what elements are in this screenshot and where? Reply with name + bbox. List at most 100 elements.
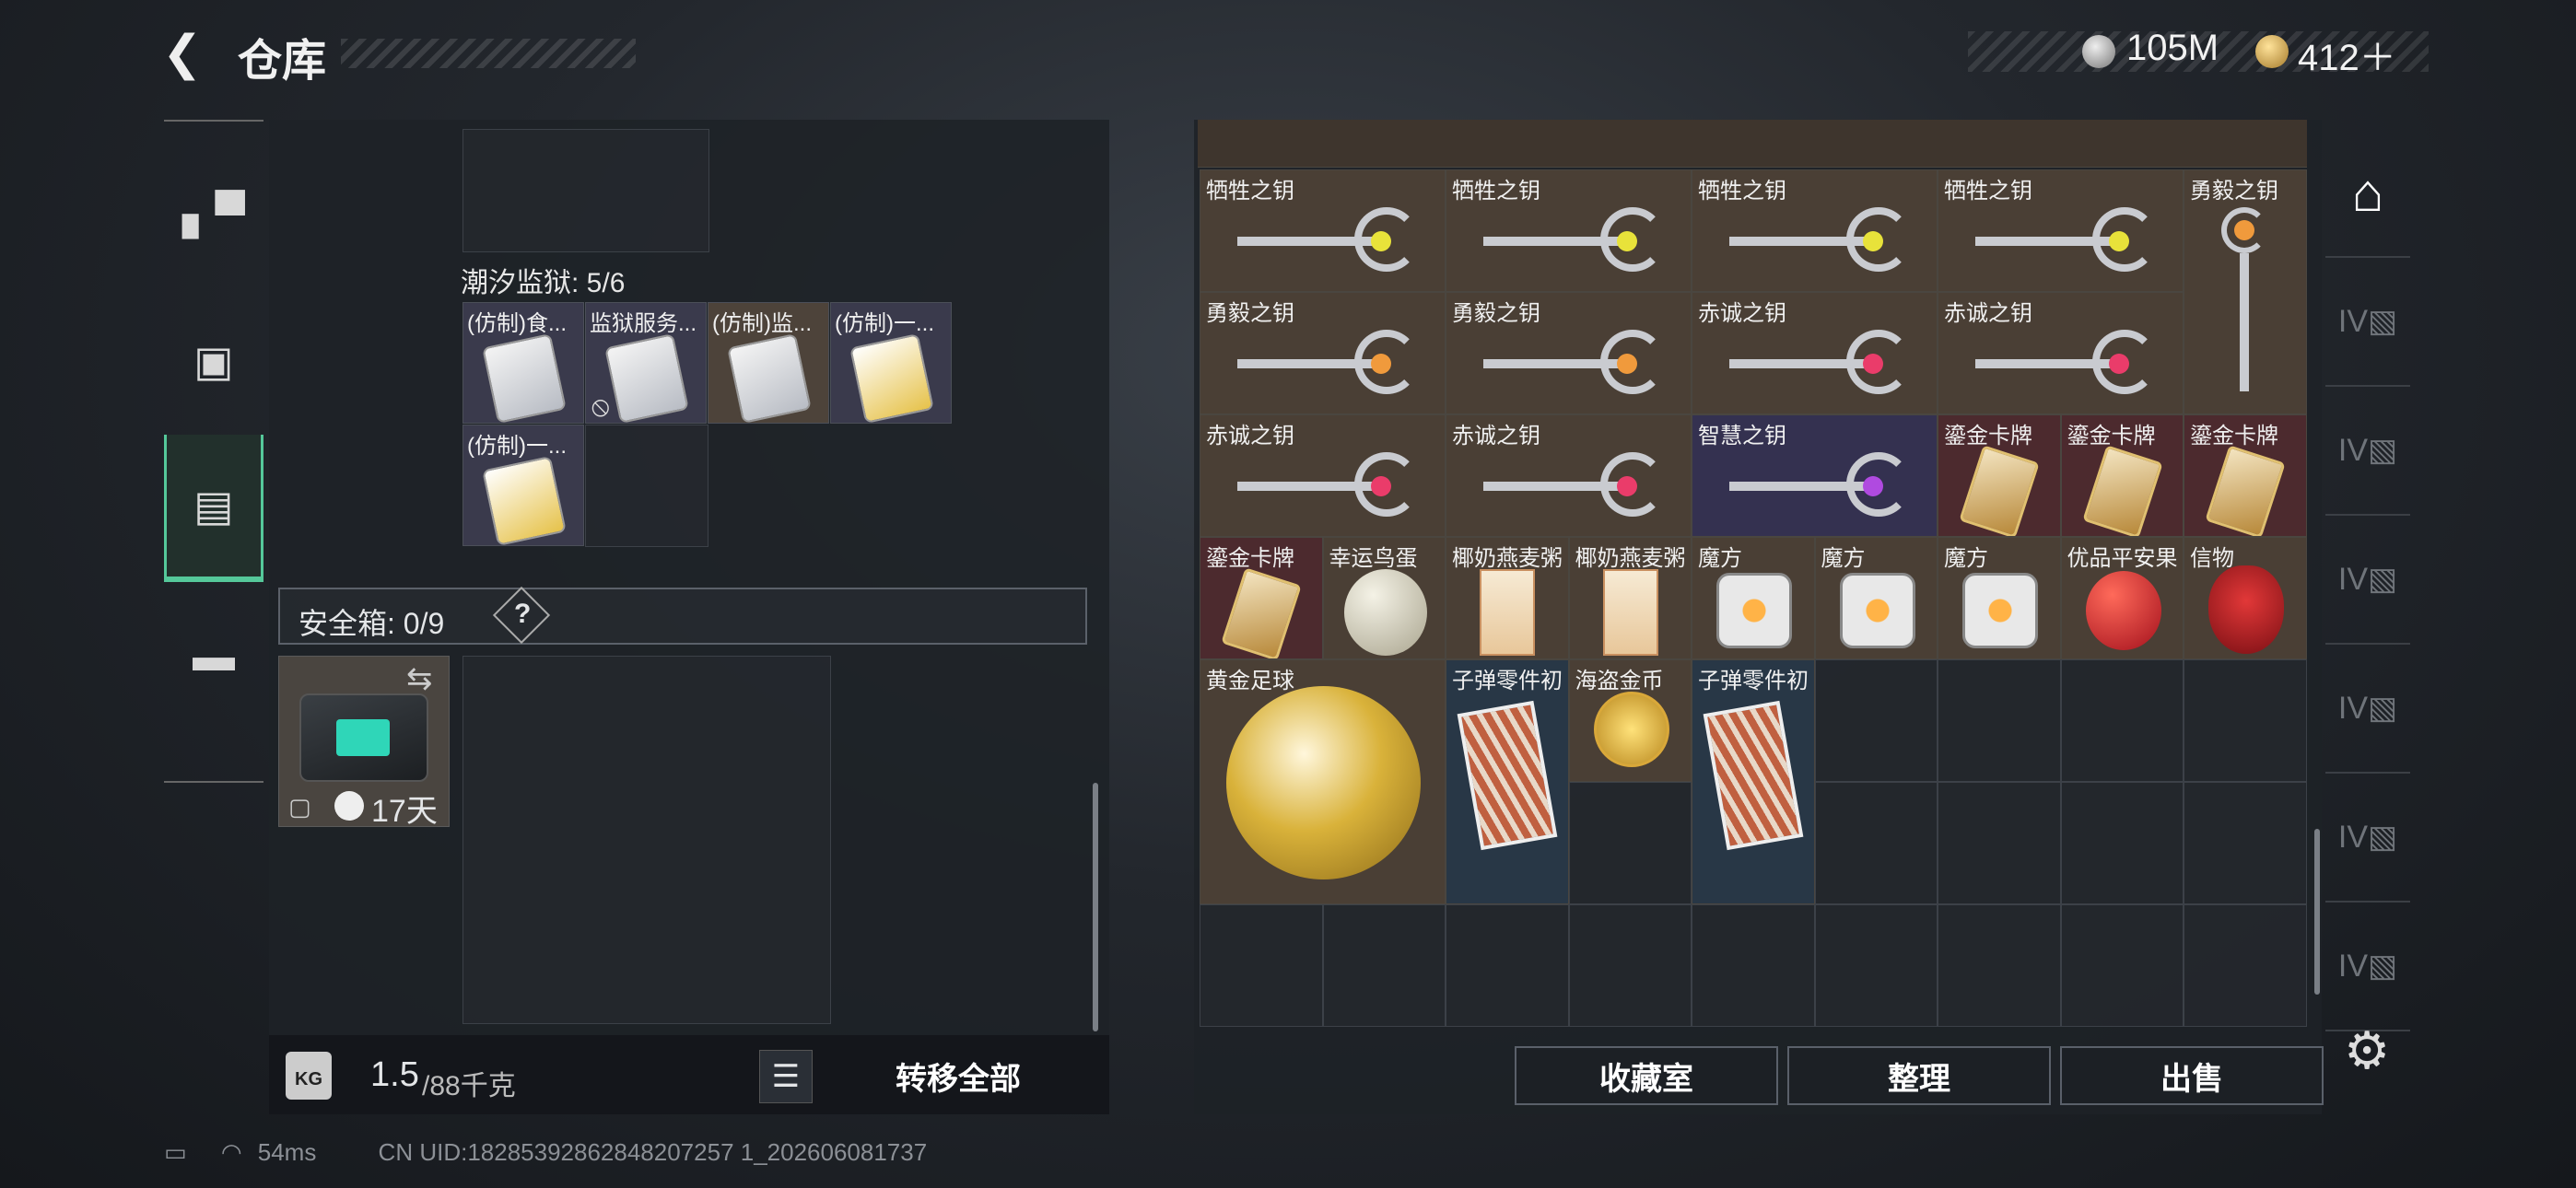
gold-amount[interactable]: 412＋ xyxy=(2298,28,2396,81)
storage-item[interactable]: 幸运鸟蛋 xyxy=(1322,537,1446,659)
storage-item[interactable]: 黄金足球 xyxy=(1200,659,1446,904)
gilded-card-icon xyxy=(2081,445,2163,536)
storage-item[interactable]: 子弹零件初 xyxy=(1692,659,1815,904)
nav-weapon-tab[interactable]: ▖▀ xyxy=(164,140,263,287)
empty-grid-slot[interactable] xyxy=(1692,904,1815,1027)
empty-grid-slot[interactable] xyxy=(1568,904,1692,1027)
empty-grid-slot[interactable] xyxy=(1322,904,1446,1027)
storage-item[interactable]: 勇毅之钥 xyxy=(2184,169,2307,414)
empty-grid-slot[interactable] xyxy=(2184,782,2307,904)
tier-iv-tab[interactable]: IV▧ xyxy=(2325,774,2410,903)
storage-item[interactable]: 赤诚之钥 xyxy=(1446,414,1692,537)
tier-iv-tab[interactable]: IV▧ xyxy=(2325,903,2410,1031)
safebox-item[interactable]: ⇆ ▢ 17天 xyxy=(278,656,450,829)
tier-iv-gun-icon: IV▧ xyxy=(2337,304,2398,339)
empty-grid-slot[interactable] xyxy=(1814,782,1938,904)
empty-grid-slot[interactable] xyxy=(2184,904,2307,1027)
storage-item[interactable]: 信物 xyxy=(2184,537,2307,659)
storage-item[interactable]: 魔方 xyxy=(1814,537,1938,659)
tier-iv-tab[interactable]: IV▧ xyxy=(2325,645,2410,774)
empty-grid-slot[interactable] xyxy=(2060,659,2184,782)
nav-briefcase-tab[interactable]: ▬ xyxy=(164,582,263,729)
inventory-item[interactable]: (仿制)监... xyxy=(708,302,829,424)
storage-item[interactable]: 勇毅之钥 xyxy=(1200,292,1446,414)
inventory-item[interactable]: (仿制)食... xyxy=(463,302,584,424)
storage-item[interactable]: 牺牲之钥 xyxy=(1446,169,1692,292)
storage-item[interactable]: 智慧之钥 xyxy=(1692,414,1938,537)
key-shaft xyxy=(1729,359,1865,368)
tier-iv-tab[interactable]: IV▧ xyxy=(2325,387,2410,516)
nav-storage-tab[interactable]: ▤ xyxy=(164,435,263,582)
empty-grid-slot[interactable] xyxy=(1814,904,1938,1027)
left-scrollbar[interactable] xyxy=(1093,783,1098,1031)
storage-item[interactable]: 魔方 xyxy=(1938,537,2061,659)
briefcase-icon: ▬ xyxy=(193,632,235,680)
silver-coin-icon xyxy=(2082,35,2115,68)
key-gem xyxy=(1371,476,1391,496)
key-icon xyxy=(1938,293,2183,413)
empty-grid-slot[interactable] xyxy=(2060,782,2184,904)
item-name: (仿制)食... xyxy=(467,311,567,336)
key-shaft xyxy=(1975,359,2111,368)
backpack-icon: ▣ xyxy=(193,337,234,385)
key-icon xyxy=(1692,170,1937,291)
storage-item[interactable]: 牺牲之钥 xyxy=(1692,169,1938,292)
pirate-coin-icon xyxy=(1593,692,1669,767)
transfer-all-button[interactable]: 转移全部 xyxy=(829,1041,1087,1111)
safebox-grid[interactable] xyxy=(463,656,831,1024)
empty-grid-slot[interactable] xyxy=(1446,904,1569,1027)
empty-grid-slot[interactable] xyxy=(1814,659,1938,782)
empty-grid-slot[interactable] xyxy=(2060,904,2184,1027)
empty-grid-slot[interactable] xyxy=(463,129,709,252)
storage-item[interactable]: 勇毅之钥 xyxy=(1446,292,1692,414)
inventory-item[interactable]: (仿制)一... xyxy=(463,425,584,546)
empty-grid-slot[interactable] xyxy=(1938,659,2061,782)
item-name: 子弹零件初 xyxy=(1698,669,1809,693)
key-shaft xyxy=(1237,482,1373,491)
storage-item[interactable]: 鎏金卡牌 xyxy=(2060,414,2184,537)
weight-value: 1.5 xyxy=(370,1055,419,1094)
storage-item[interactable]: 赤诚之钥 xyxy=(1938,292,2184,414)
help-icon[interactable]: ? xyxy=(514,599,531,630)
key-shaft xyxy=(1237,359,1373,368)
empty-grid-slot[interactable] xyxy=(1200,904,1323,1027)
empty-grid-slot[interactable] xyxy=(1938,904,2061,1027)
cube-icon xyxy=(1962,573,2038,648)
battery-icon: ▭ xyxy=(164,1138,187,1166)
tier-iv-tab[interactable]: IV▧ xyxy=(2325,258,2410,387)
storage-item[interactable]: 鎏金卡牌 xyxy=(1938,414,2061,537)
card-item-art xyxy=(727,333,812,423)
tier-iv-tab[interactable]: IV▧ xyxy=(2325,516,2410,645)
swap-icon[interactable]: ⇆ xyxy=(406,660,433,697)
empty-grid-slot[interactable] xyxy=(585,425,708,547)
storage-item[interactable]: 优品平安果 xyxy=(2060,537,2184,659)
storage-item[interactable]: 海盗金币 xyxy=(1568,659,1692,782)
storage-item[interactable]: 椰奶燕麦粥 xyxy=(1568,537,1692,659)
inventory-item[interactable]: 监狱服务... ⦸ xyxy=(585,302,707,424)
storage-item[interactable]: 牺牲之钥 xyxy=(1200,169,1446,292)
list-icon[interactable]: ☰ xyxy=(759,1050,813,1103)
right-scrollbar[interactable] xyxy=(2314,829,2320,995)
key-icon xyxy=(1692,293,1937,413)
key-shaft xyxy=(1483,237,1619,246)
empty-grid-slot[interactable] xyxy=(1938,782,2061,904)
collection-room-button[interactable]: 收藏室 xyxy=(1515,1046,1778,1105)
storage-item[interactable]: 子弹零件初 xyxy=(1446,659,1569,904)
settings-icon[interactable]: ⚙ xyxy=(2344,1020,2390,1081)
storage-item[interactable]: 鎏金卡牌 xyxy=(2184,414,2307,537)
nav-backpack-tab[interactable]: ▣ xyxy=(164,287,263,435)
back-arrow-icon[interactable]: ❮ xyxy=(162,26,214,81)
inventory-item[interactable]: (仿制)一... xyxy=(830,302,952,424)
empty-grid-slot[interactable] xyxy=(2184,659,2307,782)
storage-item[interactable]: 牺牲之钥 xyxy=(1938,169,2184,292)
sort-button[interactable]: 整理 xyxy=(1787,1046,2051,1105)
storage-item[interactable]: 鎏金卡牌 xyxy=(1200,537,1323,659)
storage-item[interactable]: 赤诚之钥 xyxy=(1692,292,1938,414)
empty-grid-slot[interactable] xyxy=(1568,782,1692,904)
storage-item[interactable]: 魔方 xyxy=(1692,537,1815,659)
vault-tab[interactable]: ⌂ xyxy=(2325,129,2410,258)
storage-item[interactable]: 赤诚之钥 xyxy=(1200,414,1446,537)
sell-button[interactable]: 出售 xyxy=(2060,1046,2324,1105)
storage-item[interactable]: 椰奶燕麦粥 xyxy=(1446,537,1569,659)
item-name: 监狱服务... xyxy=(590,311,697,336)
